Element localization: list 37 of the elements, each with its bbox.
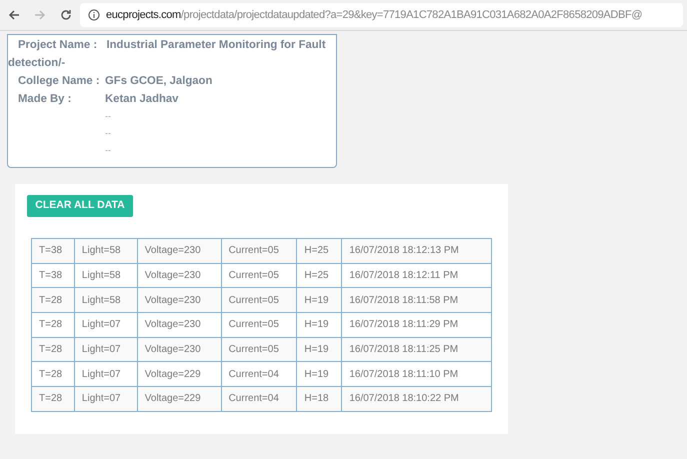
member-name: -- [105, 110, 112, 123]
info-icon [88, 9, 100, 21]
table-cell: T=38 [32, 238, 74, 264]
table-cell: H=19 [296, 288, 342, 312]
college-label: College Name : [18, 74, 101, 89]
table-cell: Voltage=230 [137, 288, 222, 312]
table-cell: T=28 [32, 386, 74, 412]
table-cell: Light=58 [74, 238, 138, 264]
table-cell: 16/07/2018 18:12:13 PM [342, 238, 492, 264]
member-name: Ketan Jadhav [105, 92, 178, 107]
table-cell: Voltage=230 [137, 238, 222, 264]
reload-icon[interactable] [60, 9, 72, 21]
table-cell: Current=04 [221, 386, 297, 412]
table-cell: Light=07 [74, 312, 138, 338]
member-name: -- [105, 127, 112, 140]
table-cell: Voltage=229 [137, 386, 222, 412]
table-cell: Light=58 [74, 288, 138, 312]
table-cell: 16/07/2018 18:11:58 PM [342, 288, 492, 312]
url-text: eucprojects.com/projectdata/projectdataupdated?a=29&key=7719A1C782A1BA91C031A682A0A2F8658209ADBF@ [106, 8, 642, 23]
table-cell: Light=07 [74, 386, 138, 412]
table-cell: H=25 [296, 238, 342, 264]
table-cell: H=18 [296, 386, 342, 412]
table-cell: H=19 [296, 312, 342, 338]
table-cell: Current=05 [221, 238, 297, 264]
college-name: GFs GCOE, Jalgaon [105, 74, 212, 89]
table-cell: Current=05 [221, 312, 297, 338]
table-cell: Voltage=230 [137, 312, 222, 338]
made-by-label: Made By : [18, 92, 72, 107]
address-bar[interactable]: eucprojects.com/projectdata/projectdataupdated?a=29&key=7719A1C782A1BA91C031A682A0A2F8658209ADBF@ [80, 3, 683, 27]
project-name: Project Name : Industrial Parameter Monitoring for Fault detection/- [8, 38, 327, 71]
back-icon[interactable] [8, 9, 20, 21]
member-name: -- [105, 144, 112, 157]
table-cell: 16/07/2018 18:11:29 PM [342, 312, 492, 338]
table-cell: Current=05 [221, 288, 297, 312]
table-cell: 16/07/2018 18:10:22 PM [342, 386, 492, 412]
table-cell: T=28 [32, 288, 74, 312]
table-cell: T=28 [32, 312, 74, 338]
